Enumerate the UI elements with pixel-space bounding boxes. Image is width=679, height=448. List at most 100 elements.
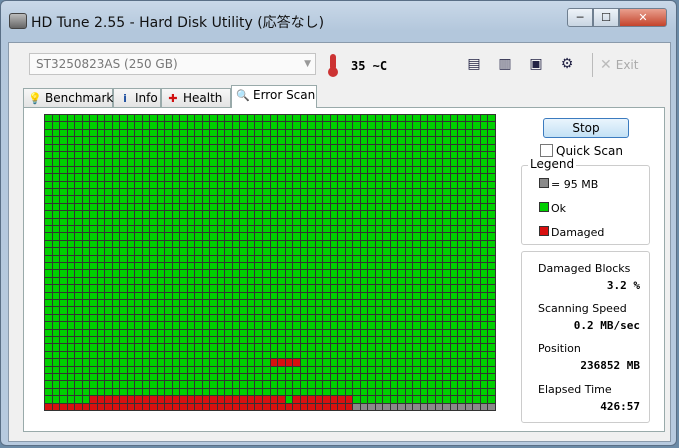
- scan-block: [300, 203, 308, 211]
- scan-block: [127, 226, 135, 233]
- scan-block: [52, 115, 60, 122]
- scan-block: [240, 307, 247, 314]
- scan-block: [435, 396, 443, 403]
- maximize-button[interactable]: ☐: [593, 8, 619, 27]
- scan-block: [465, 181, 473, 188]
- scan-block: [293, 351, 300, 359]
- scan-block: [195, 263, 202, 270]
- stats-box: [521, 251, 650, 423]
- scan-block: [473, 203, 480, 211]
- scan-block: [270, 211, 278, 218]
- scan-block: [458, 322, 465, 329]
- scan-block: [360, 381, 368, 388]
- scan-block: [375, 115, 383, 122]
- scan-block: [255, 144, 262, 151]
- scan-block: [435, 263, 443, 270]
- scan-block: [398, 403, 405, 410]
- drive-select[interactable]: ST3250823AS (250 GB) ▼: [29, 53, 316, 75]
- scan-block: [127, 218, 135, 225]
- scan-block: [390, 144, 398, 151]
- health-cross-icon: ✚: [168, 92, 178, 105]
- scan-block: [255, 129, 262, 137]
- scan-block: [217, 300, 225, 307]
- scan-block: [315, 366, 323, 373]
- close-button[interactable]: ✕: [619, 8, 667, 27]
- scan-block: [112, 115, 120, 122]
- scan-block: [120, 396, 127, 403]
- scan-block: [330, 189, 338, 196]
- scan-block: [180, 248, 187, 255]
- scan-block: [353, 174, 360, 181]
- scan-block: [458, 388, 465, 396]
- scan-block: [488, 159, 495, 166]
- scan-block: [195, 292, 202, 299]
- scan-block: [330, 166, 338, 174]
- scan-block: [67, 285, 75, 292]
- scan-block: [270, 181, 278, 188]
- scan-block: [278, 344, 285, 351]
- tab-benchmark[interactable]: 💡 Benchmark: [23, 88, 113, 107]
- scan-block: [255, 174, 262, 181]
- scan-block: [150, 388, 157, 396]
- scan-block: [142, 137, 150, 144]
- scan-block: [52, 233, 60, 240]
- scan-block: [428, 218, 435, 225]
- scan-block: [217, 388, 225, 396]
- scan-block: [308, 129, 315, 137]
- scan-block: [180, 329, 187, 336]
- scan-block: [240, 255, 247, 262]
- scan-block: [112, 329, 120, 336]
- scan-block: [97, 137, 105, 144]
- options-icon[interactable]: ⚙: [557, 54, 577, 74]
- scan-block: [150, 344, 157, 351]
- scan-block: [240, 314, 247, 322]
- scan-block: [247, 226, 255, 233]
- scan-block: [150, 292, 157, 299]
- scan-block: [172, 152, 180, 159]
- minimize-button[interactable]: ─: [567, 8, 593, 27]
- scan-block: [172, 314, 180, 322]
- scan-block: [345, 129, 353, 137]
- scan-block: [413, 277, 420, 285]
- scan-block: [105, 381, 112, 388]
- scan-block: [90, 292, 97, 299]
- scan-block: [285, 181, 293, 188]
- copy-screenshot-icon[interactable]: ▥: [495, 54, 515, 74]
- scan-block: [112, 263, 120, 270]
- scan-block: [60, 351, 67, 359]
- scan-block: [67, 277, 75, 285]
- stop-button[interactable]: Stop: [543, 118, 629, 138]
- tab-health[interactable]: ✚ Health: [161, 88, 231, 107]
- scan-block: [180, 366, 187, 373]
- title-bar[interactable]: HD Tune 2.55 - Hard Disk Utility (応答なし) …: [1, 1, 676, 41]
- scan-block: [45, 263, 52, 270]
- scan-block: [300, 248, 308, 255]
- exit-button[interactable]: ✕ Exit: [600, 57, 638, 73]
- scan-block: [435, 166, 443, 174]
- scan-block: [60, 270, 67, 277]
- scan-block: [323, 248, 330, 255]
- scan-block: [428, 322, 435, 329]
- tab-info[interactable]: i Info: [113, 88, 161, 107]
- scan-block: [435, 329, 443, 336]
- scan-block: [428, 137, 435, 144]
- scan-block: [405, 226, 413, 233]
- scan-block: [52, 226, 60, 233]
- scan-block: [360, 174, 368, 181]
- copy-info-icon[interactable]: ▤: [464, 54, 484, 74]
- scan-block: [383, 226, 390, 233]
- tab-error-scan[interactable]: 🔍 Error Scan: [231, 85, 317, 108]
- scan-block: [413, 211, 420, 218]
- scan-block: [142, 277, 150, 285]
- scan-block: [240, 366, 247, 373]
- quick-scan-checkbox[interactable]: Quick Scan: [540, 144, 623, 158]
- scan-block: [240, 300, 247, 307]
- scan-block: [157, 277, 165, 285]
- scan-block: [255, 159, 262, 166]
- scan-block: [52, 396, 60, 403]
- save-icon[interactable]: ▣: [526, 54, 546, 74]
- scan-block: [285, 240, 293, 248]
- scan-block: [217, 277, 225, 285]
- scan-block: [247, 240, 255, 248]
- scan-block: [308, 189, 315, 196]
